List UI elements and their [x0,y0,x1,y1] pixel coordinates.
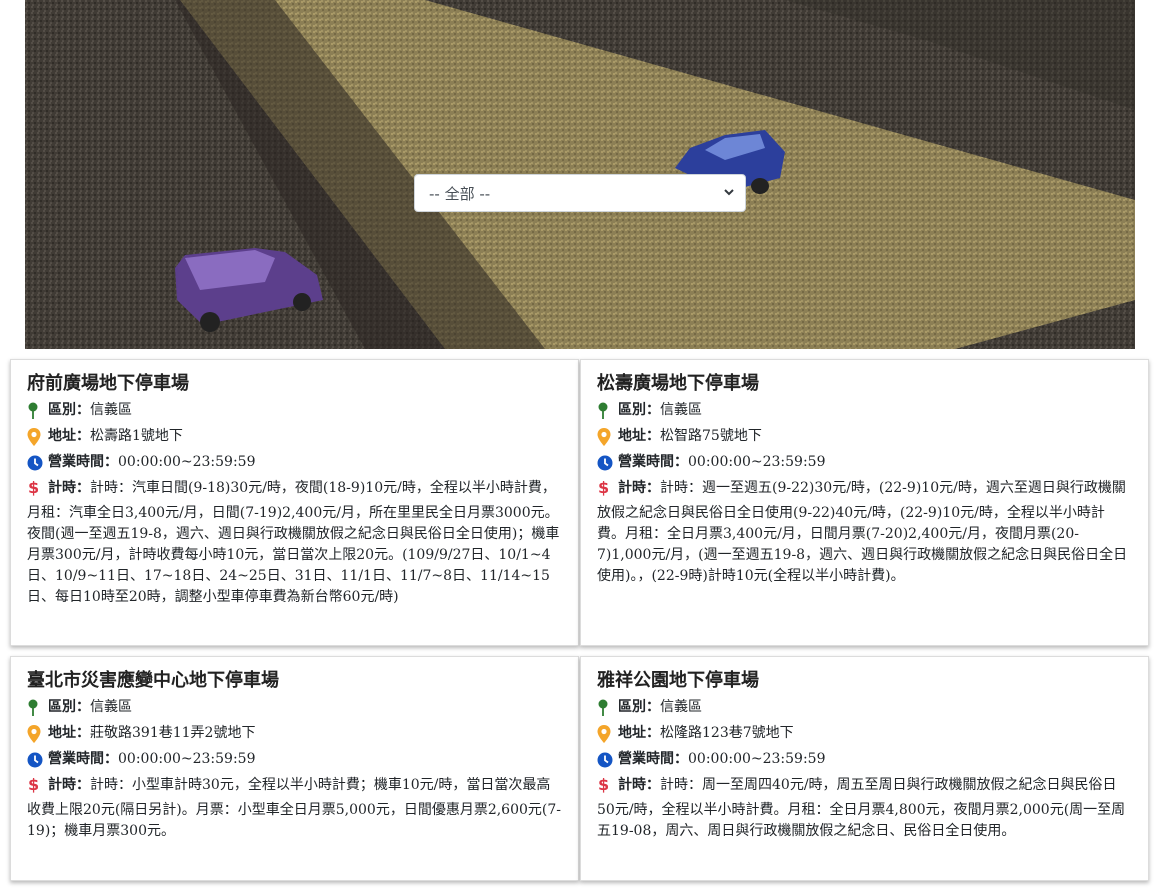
parking-card: 雅祥公園地下停車場 區別： 信義區 地址： 松隆路123巷7號地下 營業時間： … [580,656,1149,881]
map-pin-icon [27,400,45,421]
address-value: 莊敬路391巷11弄2號地下 [90,725,256,741]
fee-label: 計時： [618,480,660,496]
address-value: 松壽路1號地下 [90,428,183,444]
clock-icon [27,749,45,770]
hours-row: 營業時間： 00:00:00~23:59:59 [27,452,562,473]
address-row: 地址： 松智路75號地下 [597,426,1132,447]
dollar-icon: $ [597,775,615,800]
district-row: 區別： 信義區 [27,400,562,421]
hours-label: 營業時間： [618,751,688,767]
fee-value: 計時：小型車計時30元，全程以半小時計費；機車10元/時，當日當次最高收費上限2… [27,777,561,839]
district-value: 信義區 [90,402,132,418]
fee-row: $ 計時：計時：週一至週五(9-22)30元/時，(22-9)10元/時，週六至… [597,478,1132,587]
address-label: 地址： [618,428,660,444]
dollar-icon: $ [597,478,615,503]
parking-name: 松壽廣場地下停車場 [597,373,759,394]
hours-value: 00:00:00~23:59:59 [688,454,826,470]
svg-text:$: $ [28,478,39,496]
address-label: 地址： [48,725,90,741]
hours-value: 00:00:00~23:59:59 [688,751,826,767]
address-value: 松隆路123巷7號地下 [660,725,794,741]
address-row: 地址： 松隆路123巷7號地下 [597,723,1132,744]
district-value: 信義區 [660,402,702,418]
district-label: 區別： [48,402,90,418]
district-label: 區別： [48,699,90,715]
hours-label: 營業時間： [618,454,688,470]
district-label: 區別： [618,402,660,418]
address-row: 地址： 松壽路1號地下 [27,426,562,447]
hours-value: 00:00:00~23:59:59 [118,751,256,767]
clock-icon [27,452,45,473]
map-pin-icon [597,400,615,421]
dollar-icon: $ [27,775,45,800]
fee-row: $ 計時：計時：周一至周四40元/時，周五至周日與行政機關放假之紀念日與民俗日5… [597,775,1132,842]
svg-text:$: $ [28,775,39,793]
parking-card: 府前廣場地下停車場 區別： 信義區 地址： 松壽路1號地下 營業時間： 00:0… [10,359,579,646]
location-marker-icon [597,426,615,447]
parking-name: 府前廣場地下停車場 [27,373,189,394]
address-label: 地址： [618,725,660,741]
location-marker-icon [27,426,45,447]
fee-label: 計時： [48,480,90,496]
hours-value: 00:00:00~23:59:59 [118,454,256,470]
district-row: 區別： 信義區 [27,697,562,718]
district-row: 區別： 信義區 [597,697,1132,718]
address-value: 松智路75號地下 [660,428,762,444]
dollar-icon: $ [27,478,45,503]
fee-value: 計時：周一至周四40元/時，周五至周日與行政機關放假之紀念日與民俗日50元/時，… [597,777,1126,839]
fee-value: 計時：週一至週五(9-22)30元/時，(22-9)10元/時，週六至週日與行政… [597,480,1128,584]
district-value: 信義區 [660,699,702,715]
location-marker-icon [27,723,45,744]
fee-label: 計時： [48,777,90,793]
clock-icon [597,749,615,770]
location-marker-icon [597,723,615,744]
parking-card: 臺北市災害應變中心地下停車場 區別： 信義區 地址： 莊敬路391巷11弄2號地… [10,656,579,881]
map-pin-icon [597,697,615,718]
district-label: 區別： [618,699,660,715]
district-select-value: -- 全部 -- [429,184,491,203]
parking-name: 雅祥公園地下停車場 [597,670,759,691]
address-label: 地址： [48,428,90,444]
hours-row: 營業時間： 00:00:00~23:59:59 [27,749,562,770]
chevron-down-icon [724,189,734,196]
hero-banner-image: -- 全部 -- [25,0,1135,349]
map-pin-icon [27,697,45,718]
parking-name: 臺北市災害應變中心地下停車場 [27,670,279,691]
fee-label: 計時： [618,777,660,793]
fee-row: $ 計時：計時：汽車日間(9-18)30元/時，夜間(18-9)10元/時，全程… [27,478,562,608]
hours-label: 營業時間： [48,454,118,470]
district-row: 區別： 信義區 [597,400,1132,421]
hours-row: 營業時間： 00:00:00~23:59:59 [597,749,1132,770]
district-select[interactable]: -- 全部 -- [414,174,746,212]
svg-text:$: $ [598,775,609,793]
svg-text:$: $ [598,478,609,496]
address-row: 地址： 莊敬路391巷11弄2號地下 [27,723,562,744]
fee-row: $ 計時：計時：小型車計時30元，全程以半小時計費；機車10元/時，當日當次最高… [27,775,562,842]
clock-icon [597,452,615,473]
district-value: 信義區 [90,699,132,715]
fee-value: 計時：汽車日間(9-18)30元/時，夜間(18-9)10元/時，全程以半小時計… [27,480,560,605]
hours-label: 營業時間： [48,751,118,767]
hours-row: 營業時間： 00:00:00~23:59:59 [597,452,1132,473]
parking-card: 松壽廣場地下停車場 區別： 信義區 地址： 松智路75號地下 營業時間： 00:… [580,359,1149,646]
